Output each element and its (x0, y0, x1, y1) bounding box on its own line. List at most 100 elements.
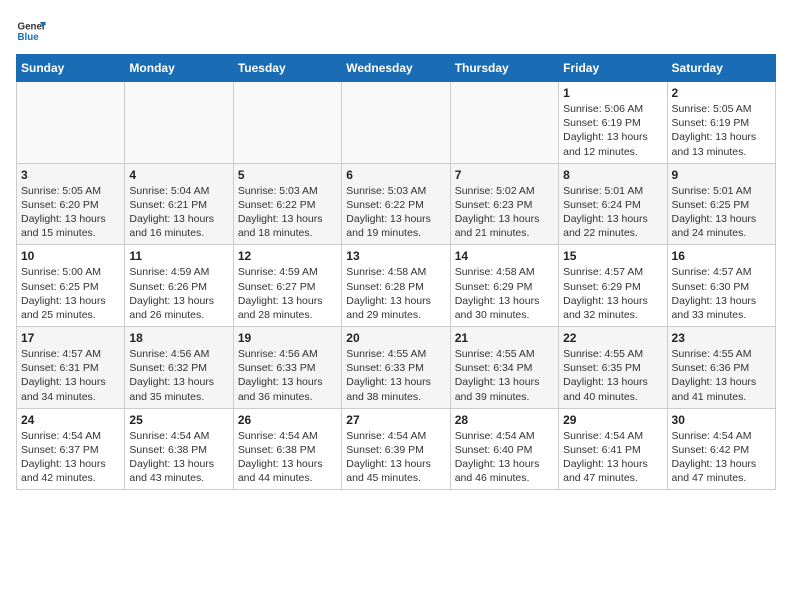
calendar-cell: 18 Sunrise: 4:56 AMSunset: 6:32 PMDayligh… (125, 327, 233, 409)
day-info: Sunrise: 4:57 AMSunset: 6:30 PMDaylight:… (672, 265, 771, 322)
calendar-cell: 15 Sunrise: 4:57 AMSunset: 6:29 PMDayligh… (559, 245, 667, 327)
calendar-cell: 25 Sunrise: 4:54 AMSunset: 6:38 PMDayligh… (125, 408, 233, 490)
day-number: 20 (346, 331, 445, 345)
day-info: Sunrise: 5:06 AMSunset: 6:19 PMDaylight:… (563, 102, 662, 159)
day-number: 29 (563, 413, 662, 427)
day-number: 8 (563, 168, 662, 182)
day-info: Sunrise: 4:59 AMSunset: 6:27 PMDaylight:… (238, 265, 337, 322)
day-info: Sunrise: 5:05 AMSunset: 6:19 PMDaylight:… (672, 102, 771, 159)
day-info: Sunrise: 4:57 AMSunset: 6:29 PMDaylight:… (563, 265, 662, 322)
day-info: Sunrise: 5:02 AMSunset: 6:23 PMDaylight:… (455, 184, 554, 241)
day-number: 21 (455, 331, 554, 345)
logo: General Blue (16, 16, 46, 46)
calendar-cell: 29 Sunrise: 4:54 AMSunset: 6:41 PMDayligh… (559, 408, 667, 490)
day-number: 26 (238, 413, 337, 427)
calendar-cell: 8 Sunrise: 5:01 AMSunset: 6:24 PMDaylight… (559, 163, 667, 245)
svg-text:Blue: Blue (18, 32, 40, 43)
day-info: Sunrise: 4:57 AMSunset: 6:31 PMDaylight:… (21, 347, 120, 404)
day-header-wednesday: Wednesday (342, 55, 450, 82)
day-info: Sunrise: 5:05 AMSunset: 6:20 PMDaylight:… (21, 184, 120, 241)
calendar-cell (125, 82, 233, 164)
day-number: 14 (455, 249, 554, 263)
calendar-cell: 28 Sunrise: 4:54 AMSunset: 6:40 PMDayligh… (450, 408, 558, 490)
day-info: Sunrise: 5:03 AMSunset: 6:22 PMDaylight:… (238, 184, 337, 241)
day-info: Sunrise: 5:00 AMSunset: 6:25 PMDaylight:… (21, 265, 120, 322)
calendar-cell: 6Sunrise: 5:03 AMSunset: 6:22 PMDaylight… (342, 163, 450, 245)
day-info: Sunrise: 4:55 AMSunset: 6:34 PMDaylight:… (455, 347, 554, 404)
day-number: 24 (21, 413, 120, 427)
day-info: Sunrise: 5:01 AMSunset: 6:25 PMDaylight:… (672, 184, 771, 241)
day-number: 25 (129, 413, 228, 427)
week-row: 3 Sunrise: 5:05 AMSunset: 6:20 PMDaylight… (17, 163, 776, 245)
day-info: Sunrise: 4:54 AMSunset: 6:42 PMDaylight:… (672, 429, 771, 486)
day-info: Sunrise: 4:55 AMSunset: 6:33 PMDaylight:… (346, 347, 445, 404)
day-info: Sunrise: 4:54 AMSunset: 6:38 PMDaylight:… (238, 429, 337, 486)
day-number: 12 (238, 249, 337, 263)
calendar-cell: 19 Sunrise: 4:56 AMSunset: 6:33 PMDayligh… (233, 327, 341, 409)
day-number: 28 (455, 413, 554, 427)
day-number: 30 (672, 413, 771, 427)
calendar-cell (17, 82, 125, 164)
calendar-cell: 12 Sunrise: 4:59 AMSunset: 6:27 PMDayligh… (233, 245, 341, 327)
calendar-cell: 23Sunrise: 4:55 AMSunset: 6:36 PMDayligh… (667, 327, 775, 409)
header: General Blue (16, 16, 776, 46)
day-number: 15 (563, 249, 662, 263)
day-number: 11 (129, 249, 228, 263)
day-number: 19 (238, 331, 337, 345)
calendar-cell: 30 Sunrise: 4:54 AMSunset: 6:42 PMDayligh… (667, 408, 775, 490)
day-number: 10 (21, 249, 120, 263)
logo-icon: General Blue (16, 16, 46, 46)
week-row: 24Sunrise: 4:54 AMSunset: 6:37 PMDayligh… (17, 408, 776, 490)
day-number: 1 (563, 86, 662, 100)
day-info: Sunrise: 4:54 AMSunset: 6:39 PMDaylight:… (346, 429, 445, 486)
day-number: 2 (672, 86, 771, 100)
calendar-cell: 1 Sunrise: 5:06 AMSunset: 6:19 PMDaylight… (559, 82, 667, 164)
day-info: Sunrise: 4:56 AMSunset: 6:33 PMDaylight:… (238, 347, 337, 404)
calendar-cell (342, 82, 450, 164)
day-number: 7 (455, 168, 554, 182)
day-number: 18 (129, 331, 228, 345)
day-number: 6 (346, 168, 445, 182)
week-row: 10 Sunrise: 5:00 AMSunset: 6:25 PMDayligh… (17, 245, 776, 327)
calendar-cell: 4 Sunrise: 5:04 AMSunset: 6:21 PMDaylight… (125, 163, 233, 245)
day-number: 3 (21, 168, 120, 182)
calendar-header: SundayMondayTuesdayWednesdayThursdayFrid… (17, 55, 776, 82)
day-info: Sunrise: 5:04 AMSunset: 6:21 PMDaylight:… (129, 184, 228, 241)
day-info: Sunrise: 5:01 AMSunset: 6:24 PMDaylight:… (563, 184, 662, 241)
calendar-cell: 27 Sunrise: 4:54 AMSunset: 6:39 PMDayligh… (342, 408, 450, 490)
week-row: 17 Sunrise: 4:57 AMSunset: 6:31 PMDayligh… (17, 327, 776, 409)
day-header-tuesday: Tuesday (233, 55, 341, 82)
calendar-cell: 7 Sunrise: 5:02 AMSunset: 6:23 PMDaylight… (450, 163, 558, 245)
calendar-cell: 9 Sunrise: 5:01 AMSunset: 6:25 PMDaylight… (667, 163, 775, 245)
day-header-thursday: Thursday (450, 55, 558, 82)
calendar-cell: 26 Sunrise: 4:54 AMSunset: 6:38 PMDayligh… (233, 408, 341, 490)
calendar-cell: 3 Sunrise: 5:05 AMSunset: 6:20 PMDaylight… (17, 163, 125, 245)
calendar-cell: 16Sunrise: 4:57 AMSunset: 6:30 PMDayligh… (667, 245, 775, 327)
day-header-saturday: Saturday (667, 55, 775, 82)
day-number: 5 (238, 168, 337, 182)
day-info: Sunrise: 4:54 AMSunset: 6:41 PMDaylight:… (563, 429, 662, 486)
day-number: 22 (563, 331, 662, 345)
day-header-friday: Friday (559, 55, 667, 82)
day-number: 27 (346, 413, 445, 427)
day-header-sunday: Sunday (17, 55, 125, 82)
day-info: Sunrise: 4:58 AMSunset: 6:28 PMDaylight:… (346, 265, 445, 322)
day-number: 9 (672, 168, 771, 182)
calendar-cell: 14Sunrise: 4:58 AMSunset: 6:29 PMDayligh… (450, 245, 558, 327)
day-number: 23 (672, 331, 771, 345)
day-info: Sunrise: 4:54 AMSunset: 6:38 PMDaylight:… (129, 429, 228, 486)
day-number: 17 (21, 331, 120, 345)
calendar-cell: 17 Sunrise: 4:57 AMSunset: 6:31 PMDayligh… (17, 327, 125, 409)
day-number: 13 (346, 249, 445, 263)
day-info: Sunrise: 4:56 AMSunset: 6:32 PMDaylight:… (129, 347, 228, 404)
calendar-cell (450, 82, 558, 164)
calendar-cell: 5 Sunrise: 5:03 AMSunset: 6:22 PMDaylight… (233, 163, 341, 245)
calendar-cell: 11Sunrise: 4:59 AMSunset: 6:26 PMDayligh… (125, 245, 233, 327)
day-number: 4 (129, 168, 228, 182)
day-info: Sunrise: 4:55 AMSunset: 6:35 PMDaylight:… (563, 347, 662, 404)
calendar: SundayMondayTuesdayWednesdayThursdayFrid… (16, 54, 776, 490)
calendar-cell: 22 Sunrise: 4:55 AMSunset: 6:35 PMDayligh… (559, 327, 667, 409)
week-row: 1 Sunrise: 5:06 AMSunset: 6:19 PMDaylight… (17, 82, 776, 164)
day-info: Sunrise: 4:54 AMSunset: 6:40 PMDaylight:… (455, 429, 554, 486)
calendar-cell: 24Sunrise: 4:54 AMSunset: 6:37 PMDayligh… (17, 408, 125, 490)
